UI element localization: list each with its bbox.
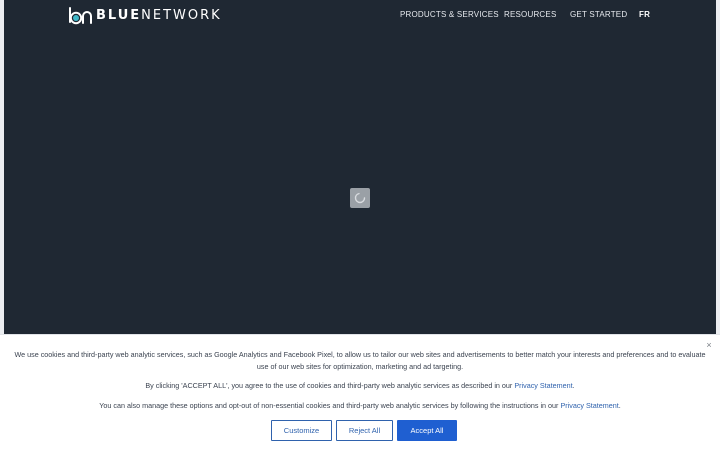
top-navigation: BLUENETWORK PRODUCTS & SERVICES RESOURCE…	[4, 0, 716, 32]
cookie-consent-banner: × We use cookies and third-party web ana…	[0, 334, 720, 450]
reject-all-button[interactable]: Reject All	[336, 420, 393, 441]
nav-resources[interactable]: RESOURCES	[504, 10, 556, 19]
spinner-ring	[354, 192, 366, 204]
customize-button[interactable]: Customize	[271, 420, 332, 441]
nav-products-services[interactable]: PRODUCTS & SERVICES	[400, 10, 499, 19]
language-toggle-fr[interactable]: FR	[639, 10, 650, 19]
accept-all-button[interactable]: Accept All	[397, 420, 457, 441]
manage-info-text: You can also manage these options and op…	[99, 401, 561, 410]
loading-spinner-icon	[350, 188, 370, 208]
cookie-manage-info: You can also manage these options and op…	[14, 400, 706, 412]
manage-info-end: .	[618, 401, 621, 410]
accept-info-text: By clicking 'ACCEPT ALL', you agree to t…	[145, 381, 515, 390]
privacy-statement-link[interactable]: Privacy Statement	[514, 381, 572, 390]
hero-section: BLUENETWORK PRODUCTS & SERVICES RESOURCE…	[4, 0, 716, 334]
privacy-statement-link-2[interactable]: Privacy Statement	[560, 401, 618, 410]
accept-info-end: .	[572, 381, 575, 390]
page: BLUENETWORK PRODUCTS & SERVICES RESOURCE…	[0, 0, 720, 450]
nav-menu: PRODUCTS & SERVICES RESOURCES GET STARTE…	[4, 0, 716, 32]
cookie-accept-info: By clicking 'ACCEPT ALL', you agree to t…	[14, 380, 706, 392]
cookie-description: We use cookies and third-party web analy…	[14, 350, 706, 371]
nav-get-started[interactable]: GET STARTED	[570, 10, 627, 19]
